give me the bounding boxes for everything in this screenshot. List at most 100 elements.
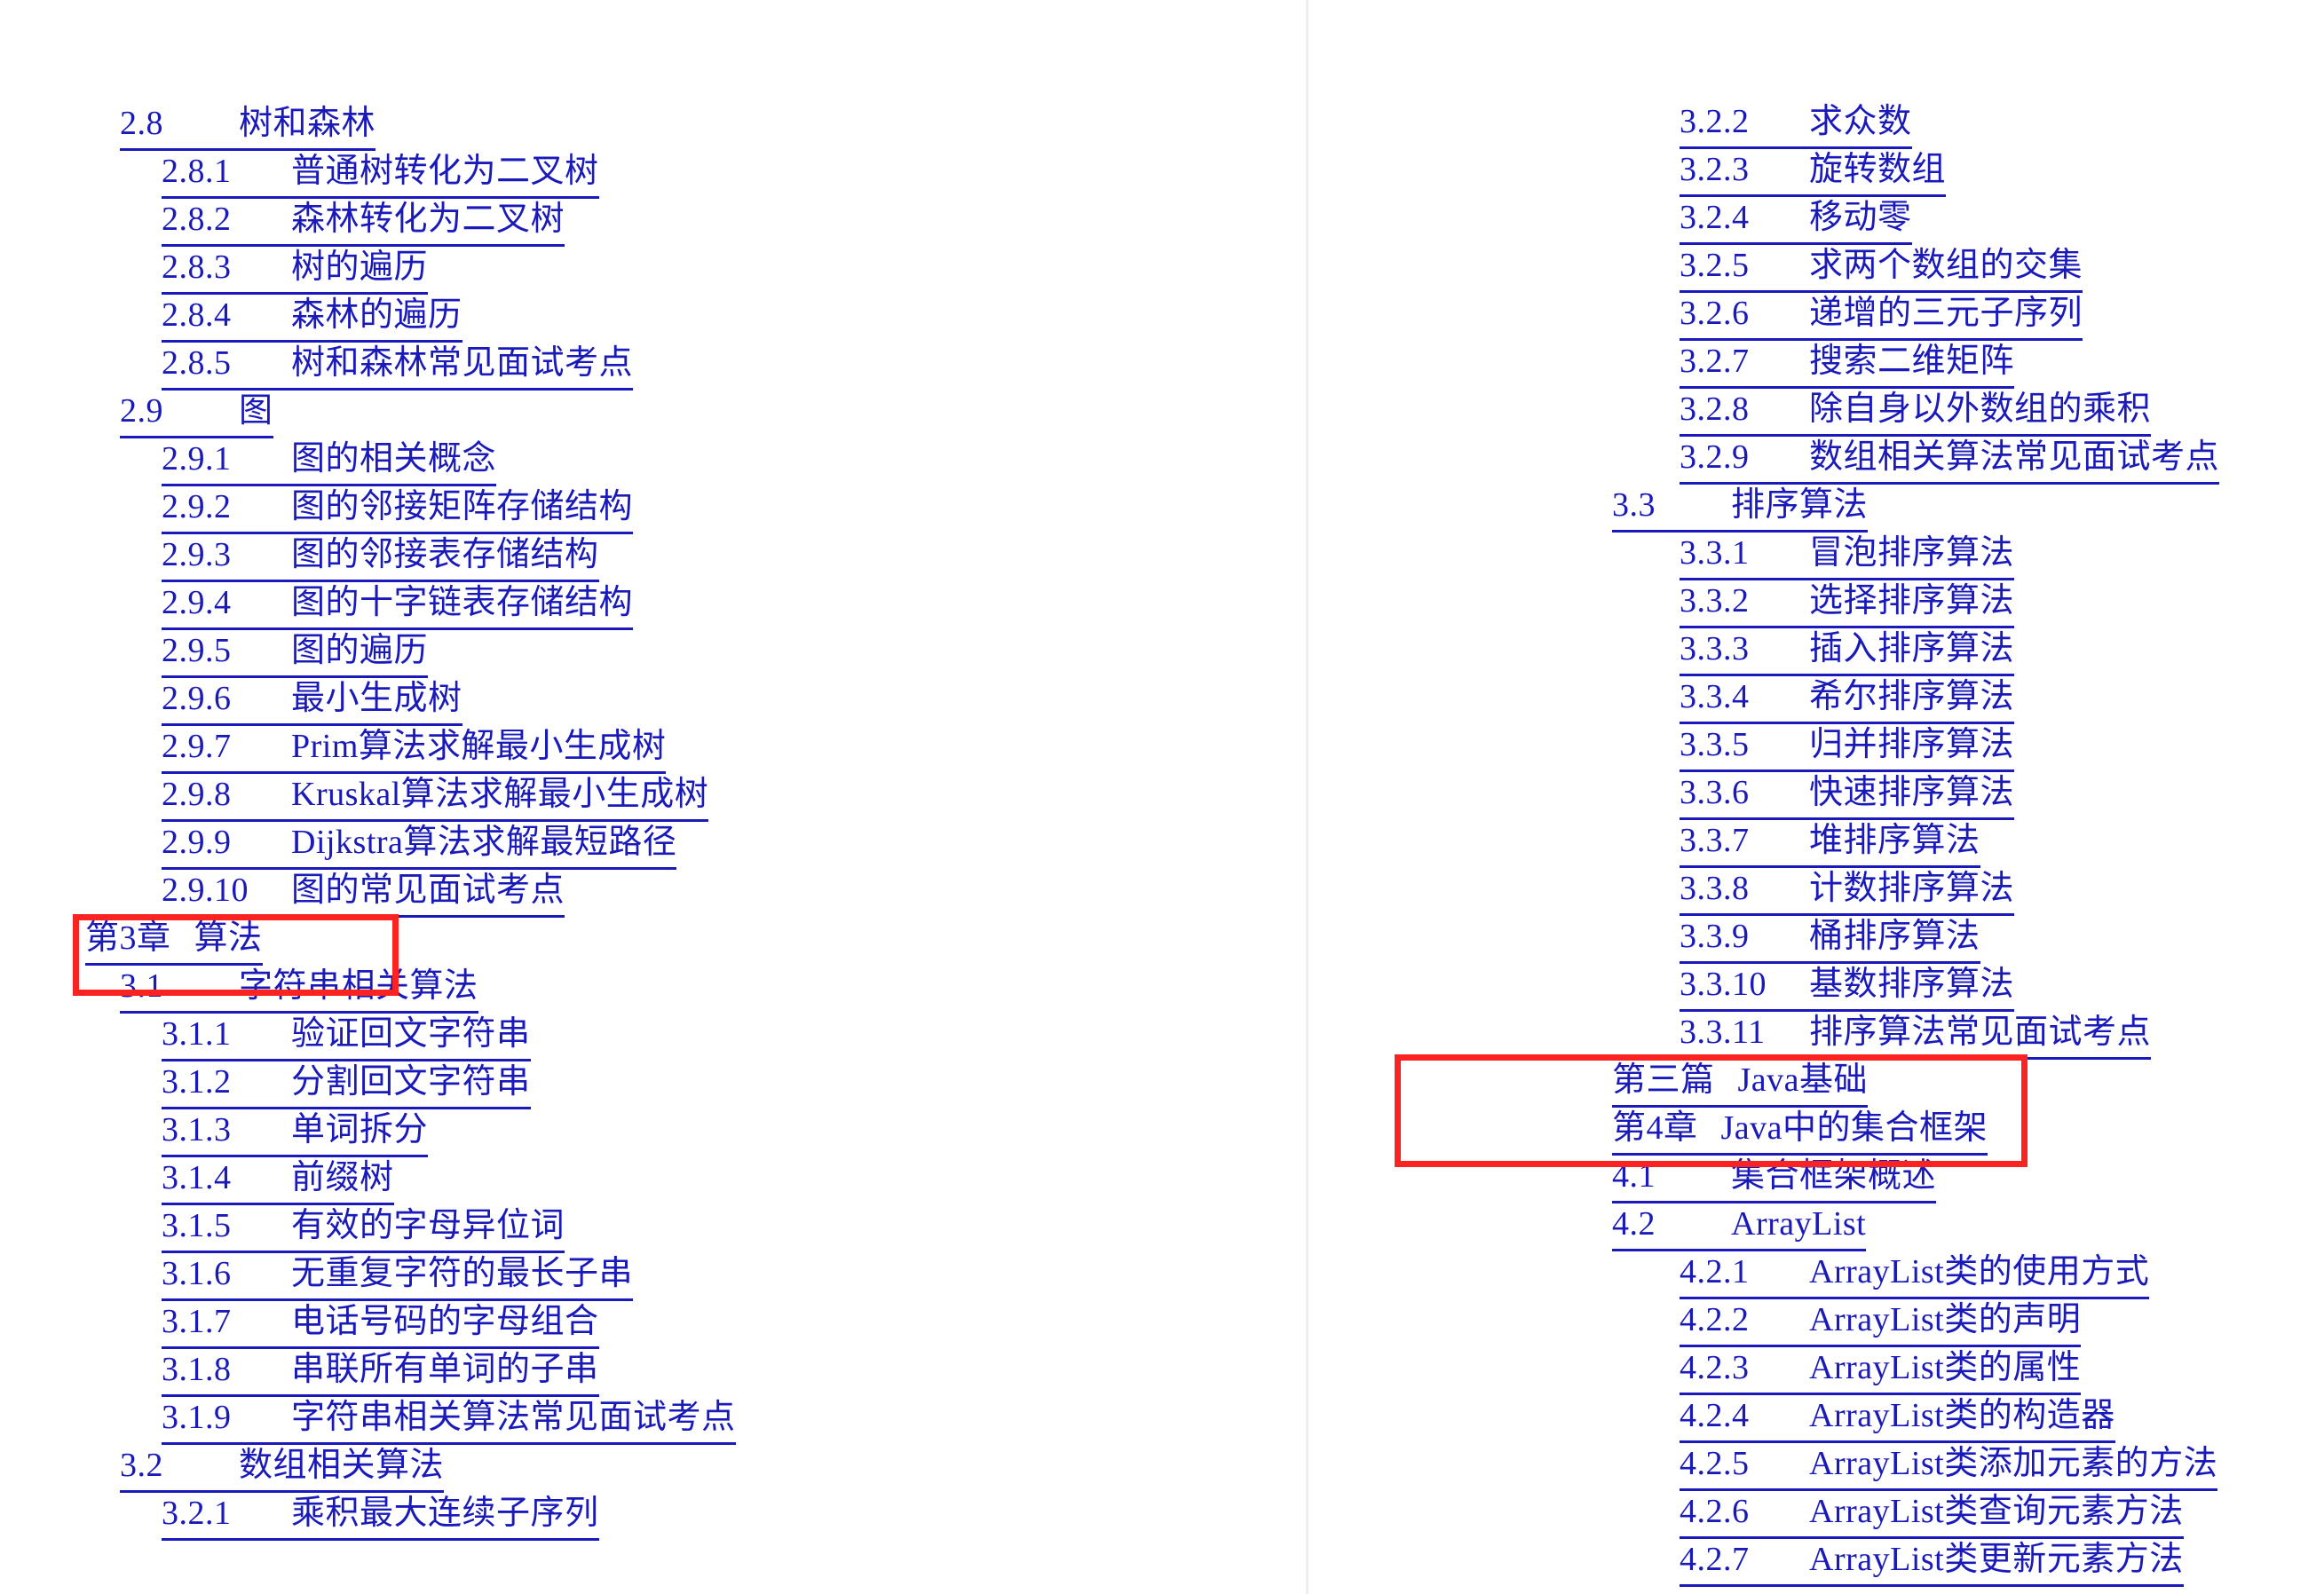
toc-entry-link[interactable]: 3.2 数组相关算法 <box>120 1441 445 1493</box>
toc-entry[interactable]: 3.3.7 堆排序算法 <box>1309 817 2324 868</box>
toc-entry[interactable]: 3.3.1 冒泡排序算法 <box>1309 529 2324 580</box>
toc-entry[interactable]: 3.1.2 分割回文字符串 <box>0 1058 1305 1109</box>
toc-entry[interactable]: 2.9.5 图的遍历 <box>0 627 1305 678</box>
toc-entry-link[interactable]: 2.8 树和森林 <box>120 99 376 151</box>
toc-entry[interactable]: 2.9.6 最小生成树 <box>0 675 1305 726</box>
toc-entry[interactable]: 4.2.4 ArrayList类的构造器 <box>1309 1392 2324 1443</box>
toc-entry[interactable]: 3.1.4 前缀树 <box>0 1154 1305 1205</box>
toc-entry-link[interactable]: 3.1.3 单词拆分 <box>162 1106 429 1157</box>
toc-entry-link[interactable]: 2.8.4 森林的遍历 <box>162 291 462 343</box>
toc-entry-link[interactable]: 3.1.5 有效的字母异位词 <box>162 1202 565 1253</box>
toc-entry[interactable]: 2.9.4 图的十字链表存储结构 <box>0 579 1305 630</box>
toc-entry-link[interactable]: 3.2.2 求众数 <box>1680 98 1912 149</box>
toc-entry-link[interactable]: 4.2.3 ArrayList类的属性 <box>1680 1344 2082 1395</box>
toc-entry-link[interactable]: 3.2.1 乘积最大连续子序列 <box>162 1489 599 1541</box>
toc-entry-link[interactable]: 3.3.1 冒泡排序算法 <box>1680 529 2015 580</box>
toc-entry[interactable]: 2.9.10 图的常见面试考点 <box>0 866 1305 918</box>
toc-entry[interactable]: 4.2.2 ArrayList类的声明 <box>1309 1296 2324 1347</box>
toc-entry-link[interactable]: 3.1.9 字符串相关算法常见面试考点 <box>162 1393 736 1445</box>
toc-entry[interactable]: 2.9.8 Kruskal算法求解最小生成树 <box>0 770 1305 822</box>
toc-entry-link[interactable]: 2.9.2 图的邻接矩阵存储结构 <box>162 483 634 534</box>
toc-entry[interactable]: 3.3.11 排序算法常见面试考点 <box>1309 1008 2324 1060</box>
toc-entry-link[interactable]: 3.3.10 基数排序算法 <box>1680 960 2015 1012</box>
toc-entry-link[interactable]: 3.3.6 快速排序算法 <box>1680 769 2015 820</box>
toc-entry-link[interactable]: 3.3.8 计数排序算法 <box>1680 864 2015 916</box>
toc-entry-link[interactable]: 2.9.4 图的十字链表存储结构 <box>162 579 634 630</box>
toc-entry[interactable]: 2.9.7 Prim算法求解最小生成树 <box>0 722 1305 774</box>
toc-entry[interactable]: 3.3.8 计数排序算法 <box>1309 864 2324 916</box>
toc-entry[interactable]: 3.2.3 旋转数组 <box>1309 146 2324 197</box>
toc-entry[interactable]: 第4章 Java中的集合框架 <box>1309 1104 2324 1156</box>
toc-entry[interactable]: 3.3.3 插入排序算法 <box>1309 625 2324 676</box>
toc-entry-link[interactable]: 4.2.6 ArrayList类查询元素方法 <box>1680 1487 2184 1539</box>
toc-entry[interactable]: 4.2 ArrayList <box>1309 1200 2324 1251</box>
toc-entry[interactable]: 3.3 排序算法 <box>1309 481 2324 533</box>
toc-entry[interactable]: 第三篇 Java基础 <box>1309 1056 2324 1108</box>
toc-entry[interactable]: 2.8.5 树和森林常见面试考点 <box>0 339 1305 391</box>
toc-entry-link[interactable]: 第3章 算法 <box>85 914 263 966</box>
toc-entry[interactable]: 3.1.8 串联所有单词的子串 <box>0 1345 1305 1397</box>
toc-entry-link[interactable]: 3.2.6 递增的三元子序列 <box>1680 289 2083 341</box>
toc-entry-link[interactable]: 2.9.8 Kruskal算法求解最小生成树 <box>162 770 709 822</box>
toc-entry-link[interactable]: 2.8.2 森林转化为二叉树 <box>162 195 565 247</box>
toc-entry[interactable]: 3.3.9 桶排序算法 <box>1309 912 2324 964</box>
toc-entry[interactable]: 2.8.1 普通树转化为二叉树 <box>0 147 1305 199</box>
toc-entry[interactable]: 2.8.4 森林的遍历 <box>0 291 1305 343</box>
toc-entry[interactable]: 2.8 树和森林 <box>0 99 1305 151</box>
toc-entry-link[interactable]: 3.3.7 堆排序算法 <box>1680 817 1980 868</box>
toc-entry-link[interactable]: 3.2.5 求两个数组的交集 <box>1680 241 2083 293</box>
toc-entry[interactable]: 3.3.4 希尔排序算法 <box>1309 673 2324 724</box>
toc-entry[interactable]: 4.2.1 ArrayList类的使用方式 <box>1309 1248 2324 1299</box>
toc-entry-link[interactable]: 4.2.7 ArrayList类更新元素方法 <box>1680 1535 2184 1587</box>
toc-entry[interactable]: 3.3.2 选择排序算法 <box>1309 577 2324 628</box>
toc-entry[interactable]: 3.3.6 快速排序算法 <box>1309 769 2324 820</box>
toc-entry[interactable]: 3.1.5 有效的字母异位词 <box>0 1202 1305 1253</box>
toc-entry-link[interactable]: 2.9.1 图的相关概念 <box>162 435 497 486</box>
toc-entry-link[interactable]: 3.3.9 桶排序算法 <box>1680 912 1980 964</box>
toc-entry[interactable]: 3.3.5 归并排序算法 <box>1309 721 2324 772</box>
toc-entry[interactable]: 2.9.2 图的邻接矩阵存储结构 <box>0 483 1305 534</box>
toc-entry-link[interactable]: 3.1.2 分割回文字符串 <box>162 1058 531 1109</box>
toc-entry-link[interactable]: 2.9.5 图的遍历 <box>162 627 429 678</box>
toc-entry[interactable]: 3.2 数组相关算法 <box>0 1441 1305 1493</box>
toc-entry-link[interactable]: 3.2.8 除自身以外数组的乘积 <box>1680 385 2152 437</box>
toc-entry[interactable]: 2.9.3 图的邻接表存储结构 <box>0 531 1305 582</box>
toc-entry-link[interactable]: 3.1.8 串联所有单词的子串 <box>162 1345 599 1397</box>
toc-entry-link[interactable]: 3.3 排序算法 <box>1612 481 1869 533</box>
toc-entry-link[interactable]: 4.2.4 ArrayList类的构造器 <box>1680 1392 2115 1443</box>
toc-entry[interactable]: 3.1.6 无重复字符的最长子串 <box>0 1250 1305 1301</box>
toc-entry-link[interactable]: 4.2.1 ArrayList类的使用方式 <box>1680 1248 2150 1299</box>
toc-entry-link[interactable]: 2.9.6 最小生成树 <box>162 675 462 726</box>
toc-entry-link[interactable]: 第三篇 Java基础 <box>1612 1056 1869 1108</box>
toc-entry-link[interactable]: 2.8.1 普通树转化为二叉树 <box>162 147 599 199</box>
toc-entry-link[interactable]: 3.3.3 插入排序算法 <box>1680 625 2015 676</box>
toc-entry-link[interactable]: 3.2.3 旋转数组 <box>1680 146 1947 197</box>
toc-entry[interactable]: 3.1.3 单词拆分 <box>0 1106 1305 1157</box>
toc-entry-link[interactable]: 3.1.6 无重复字符的最长子串 <box>162 1250 634 1301</box>
toc-entry-link[interactable]: 2.9 图 <box>120 387 273 438</box>
toc-entry-link[interactable]: 3.3.11 排序算法常见面试考点 <box>1680 1008 2152 1060</box>
toc-entry-link[interactable]: 2.8.3 树的遍历 <box>162 243 429 295</box>
toc-entry[interactable]: 3.2.1 乘积最大连续子序列 <box>0 1489 1305 1541</box>
toc-entry[interactable]: 3.1.7 电话号码的字母组合 <box>0 1298 1305 1349</box>
toc-entry-link[interactable]: 4.2 ArrayList <box>1612 1200 1867 1251</box>
toc-entry-link[interactable]: 2.9.9 Dijkstra算法求解最短路径 <box>162 818 677 870</box>
toc-entry[interactable]: 3.2.2 求众数 <box>1309 98 2324 149</box>
toc-entry-link[interactable]: 4.2.2 ArrayList类的声明 <box>1680 1296 2082 1347</box>
toc-entry-link[interactable]: 3.1.7 电话号码的字母组合 <box>162 1298 599 1349</box>
toc-entry[interactable]: 3.2.4 移动零 <box>1309 193 2324 245</box>
toc-entry-link[interactable]: 3.3.5 归并排序算法 <box>1680 721 2015 772</box>
toc-entry[interactable]: 3.2.7 搜索二维矩阵 <box>1309 337 2324 389</box>
toc-entry[interactable]: 3.1.1 验证回文字符串 <box>0 1010 1305 1061</box>
toc-entry[interactable]: 2.9.9 Dijkstra算法求解最短路径 <box>0 818 1305 870</box>
toc-entry-link[interactable]: 3.1 字符串相关算法 <box>120 962 478 1014</box>
toc-entry-link[interactable]: 3.1.4 前缀树 <box>162 1154 394 1205</box>
toc-entry[interactable]: 2.9 图 <box>0 387 1305 438</box>
toc-entry[interactable]: 3.2.9 数组相关算法常见面试考点 <box>1309 433 2324 485</box>
toc-entry[interactable]: 4.1 集合框架概述 <box>1309 1152 2324 1203</box>
toc-entry[interactable]: 3.1 字符串相关算法 <box>0 962 1305 1014</box>
toc-entry-link[interactable]: 2.9.3 图的邻接表存储结构 <box>162 531 599 582</box>
toc-entry[interactable]: 3.1.9 字符串相关算法常见面试考点 <box>0 1393 1305 1445</box>
toc-entry-link[interactable]: 3.3.2 选择排序算法 <box>1680 577 2015 628</box>
toc-entry-link[interactable]: 3.1.1 验证回文字符串 <box>162 1010 531 1061</box>
